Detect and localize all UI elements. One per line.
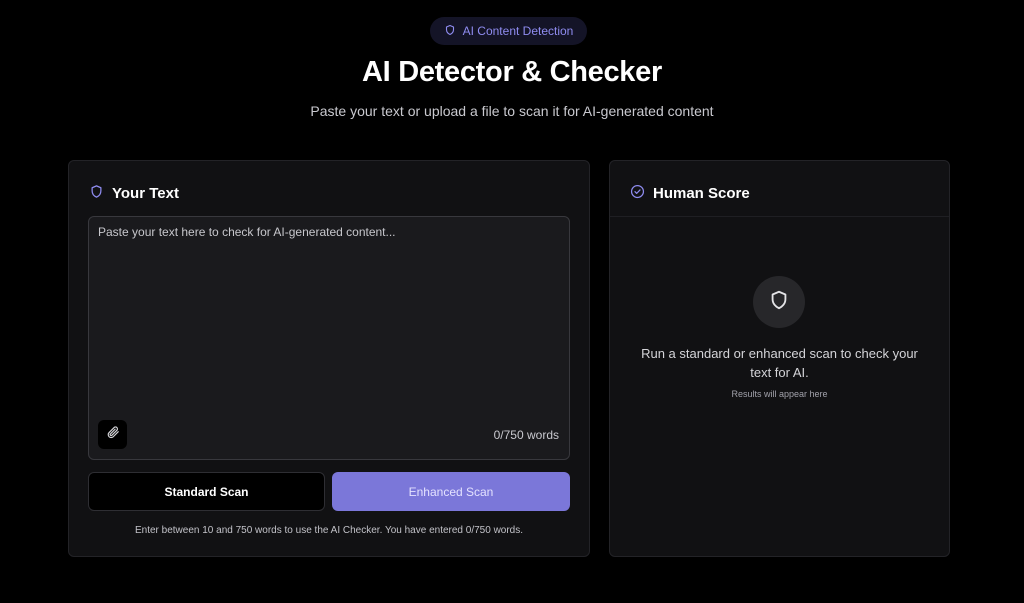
empty-state-badge — [753, 276, 805, 328]
enhanced-scan-button[interactable]: Enhanced Scan — [332, 472, 570, 511]
header-divider — [610, 216, 949, 217]
text-input-area: 0/750 words — [88, 216, 570, 460]
badge-label: AI Content Detection — [462, 24, 574, 38]
text-input-card: Your Text 0/750 words Standard Scan Enha… — [68, 160, 590, 557]
human-score-card: Human Score Run a standard or enhanced s… — [609, 160, 950, 557]
score-card-title: Human Score — [653, 184, 750, 202]
shield-icon — [444, 24, 456, 39]
text-card-title: Your Text — [112, 184, 179, 202]
content-detection-badge: AI Content Detection — [430, 17, 587, 45]
page-title: AI Detector & Checker — [362, 56, 662, 88]
page-subtitle: Paste your text or upload a file to scan… — [310, 103, 714, 119]
text-card-header: Your Text — [89, 183, 179, 203]
standard-scan-label: Standard Scan — [164, 484, 249, 499]
standard-scan-button[interactable]: Standard Scan — [88, 472, 325, 511]
score-card-header: Human Score — [630, 183, 750, 203]
attach-file-button[interactable] — [98, 420, 127, 449]
page: AI Content Detection AI Detector & Check… — [0, 0, 1024, 603]
word-count: 0/750 words — [493, 428, 559, 442]
word-limit-helper: Enter between 10 and 750 words to use th… — [134, 525, 524, 536]
text-input[interactable] — [89, 217, 569, 459]
empty-state-submessage: Results will appear here — [731, 389, 828, 399]
paperclip-icon — [106, 425, 120, 444]
enhanced-scan-label: Enhanced Scan — [408, 484, 494, 499]
shield-icon — [89, 184, 104, 203]
check-circle-icon — [630, 184, 645, 203]
shield-icon — [768, 289, 790, 316]
empty-state-message: Run a standard or enhanced scan to check… — [641, 346, 918, 380]
